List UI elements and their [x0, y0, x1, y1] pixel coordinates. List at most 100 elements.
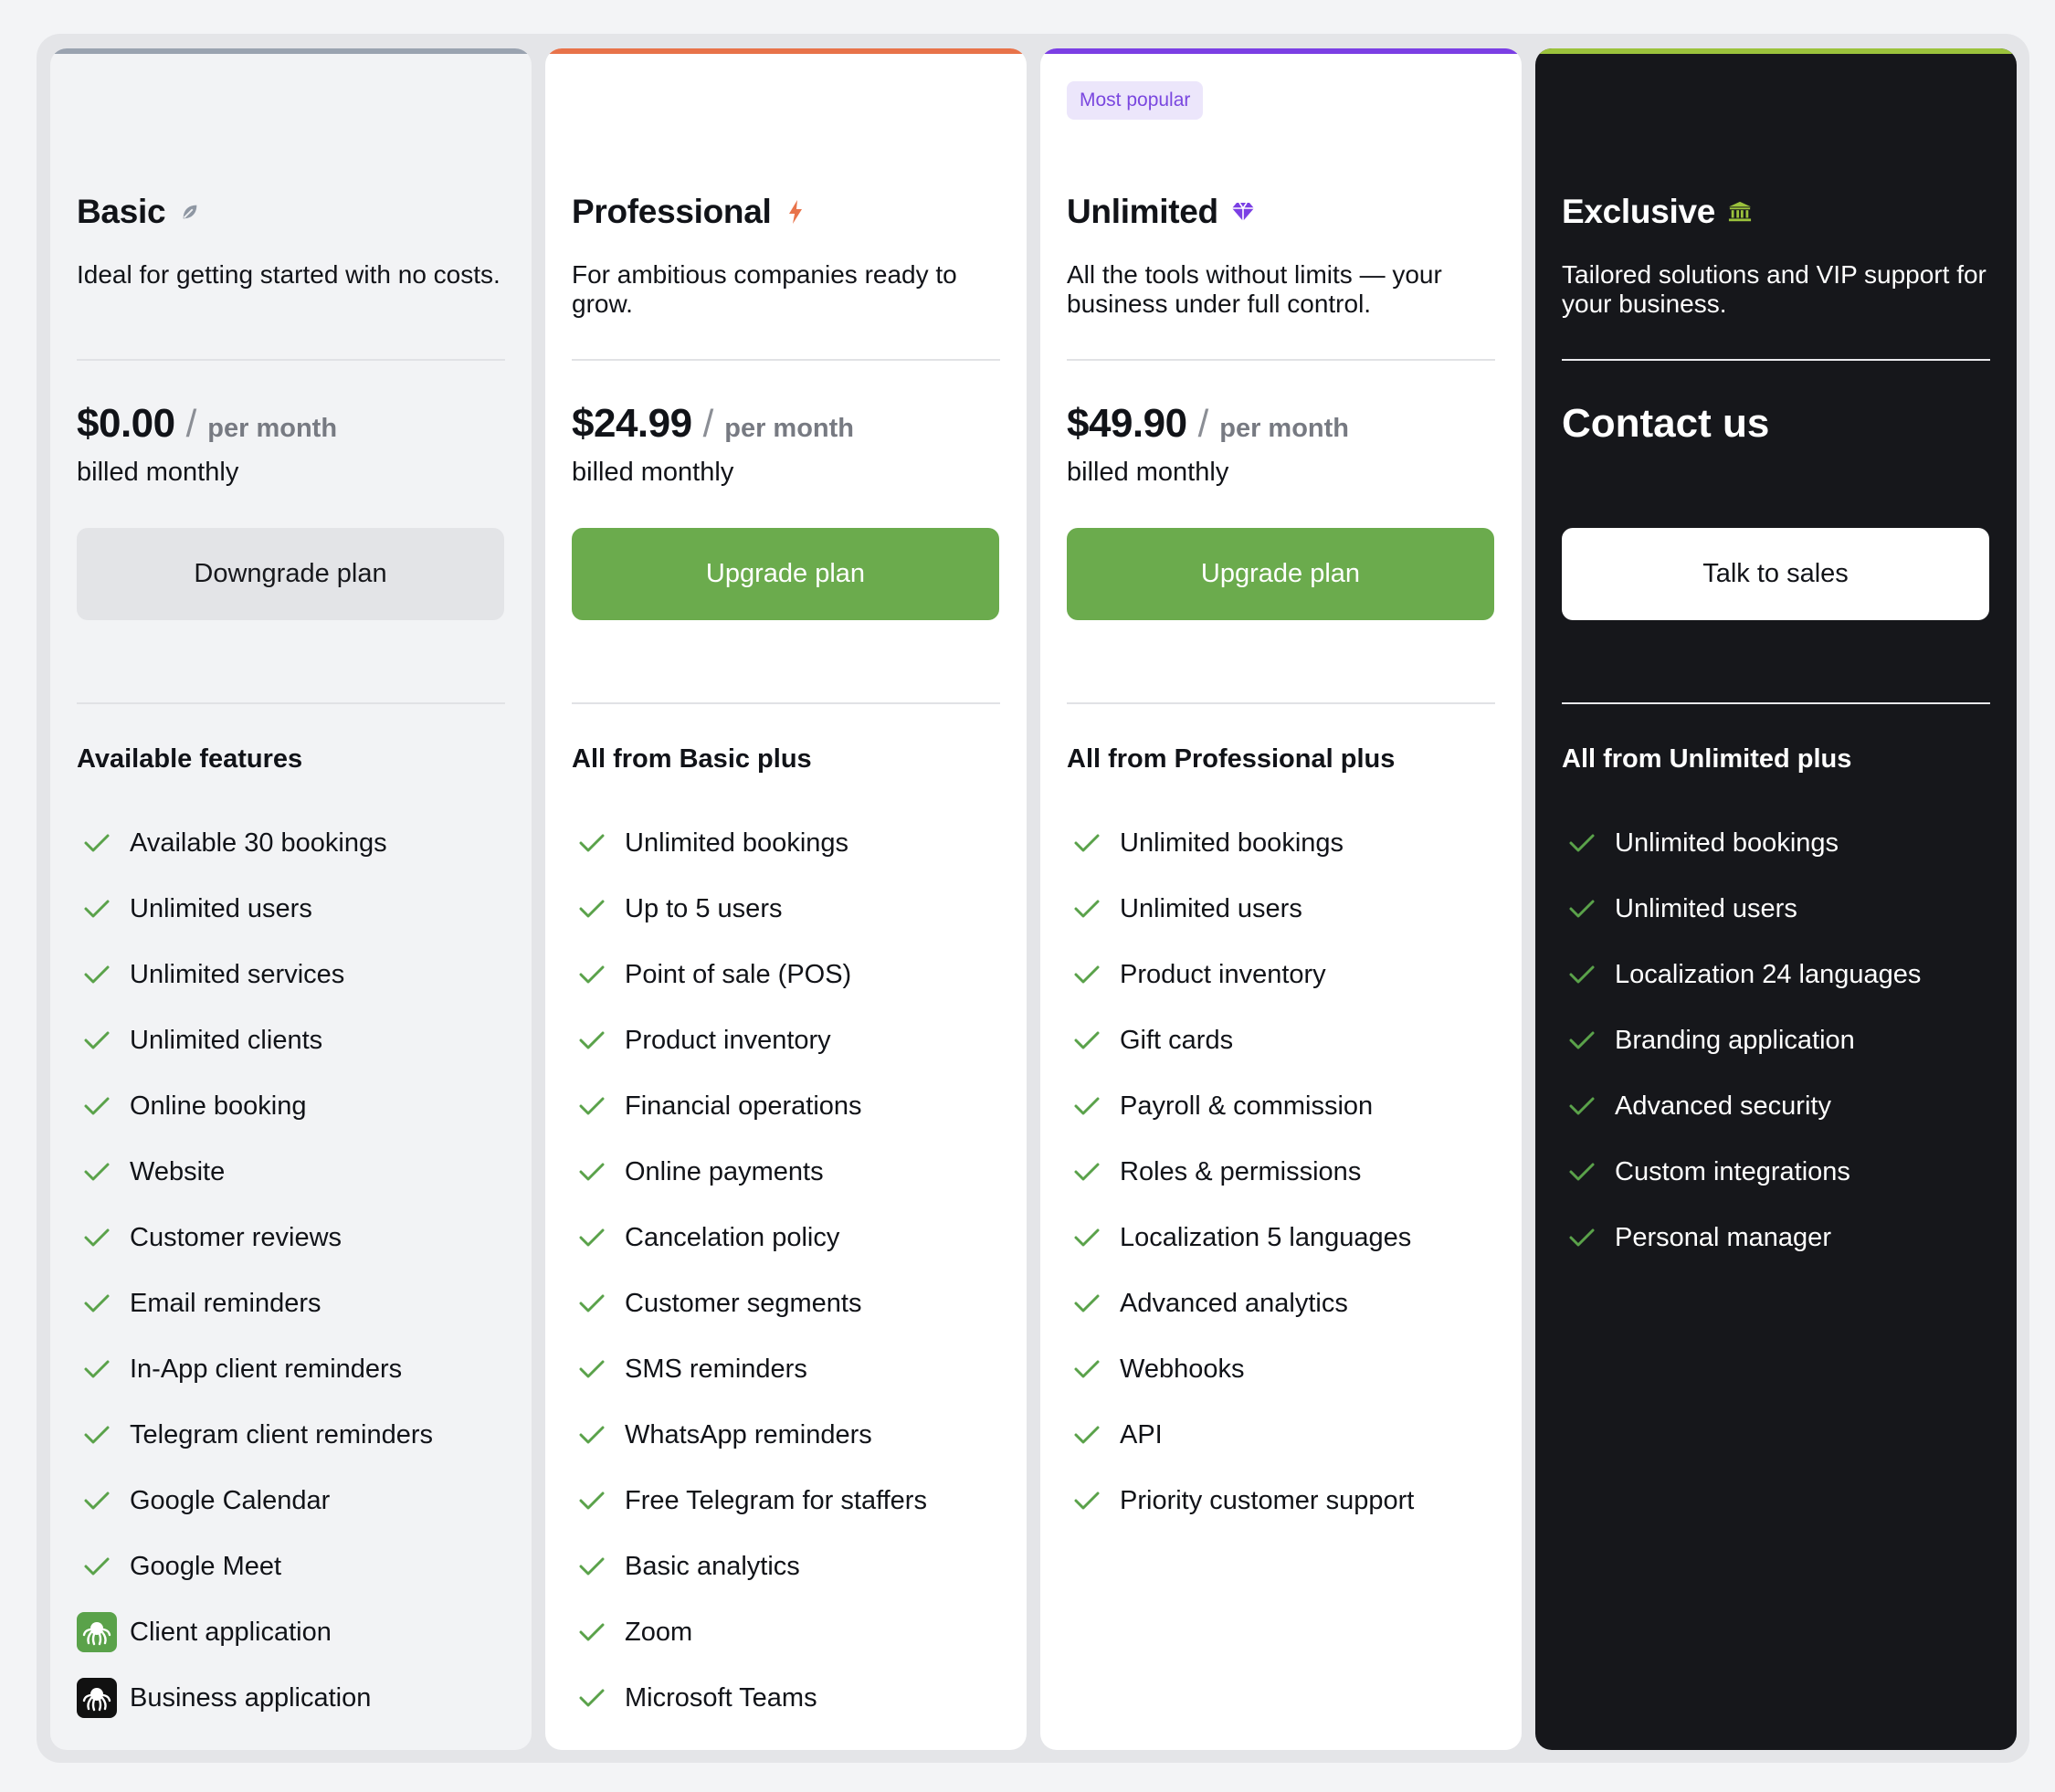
feature-item: Email reminders: [77, 1270, 433, 1336]
divider: [77, 702, 505, 704]
feature-item: Localization 24 languages: [1562, 942, 1921, 1007]
check-icon: [1562, 1218, 1602, 1258]
check-icon: [572, 1152, 612, 1192]
billing-note: billed monthly: [77, 458, 239, 487]
divider: [1562, 359, 1990, 361]
feature-label: 3,000+ external integrations: [625, 1749, 953, 1751]
diamond-icon: [1231, 200, 1255, 224]
check-icon: [1562, 823, 1602, 863]
divider: [572, 359, 1000, 361]
upgrade-plan-button[interactable]: Upgrade plan: [572, 528, 999, 620]
feature-label: Financial operations: [625, 1091, 862, 1121]
features-heading: All from Unlimited plus: [1562, 744, 1852, 774]
plan-name: Unlimited: [1067, 193, 1218, 230]
upgrade-plan-button[interactable]: Upgrade plan: [1067, 528, 1494, 620]
feature-label: Priority customer support: [1120, 1485, 1415, 1515]
feature-item: Available 30 bookings: [77, 810, 433, 876]
features-list: Unlimited bookings Unlimited users Product…: [1067, 810, 1414, 1534]
check-icon: [572, 1020, 612, 1060]
feature-label: Website: [130, 1156, 226, 1186]
feature-item: WhatsApp reminders: [572, 1402, 953, 1468]
price-row: $24.99 / per month: [572, 401, 854, 447]
feature-item: Zoom: [572, 1599, 953, 1665]
feature-label: Unlimited bookings: [1615, 827, 1839, 858]
feature-item: Telegram client reminders: [77, 1402, 433, 1468]
check-icon: [1067, 823, 1107, 863]
feature-label: Email reminders: [130, 1288, 321, 1318]
feature-label: Unlimited services: [130, 959, 345, 989]
feature-label: Localization 5 languages: [1120, 1222, 1412, 1252]
check-icon: [77, 889, 117, 929]
check-icon: [572, 889, 612, 929]
feature-item: Free Telegram for staffers: [572, 1468, 953, 1534]
lightning-icon: [784, 200, 807, 224]
check-icon: [77, 823, 117, 863]
feature-label: Customer segments: [625, 1288, 862, 1318]
feature-label: Unlimited users: [1615, 893, 1797, 923]
feature-item: Product inventory: [572, 1007, 953, 1073]
feature-label: SMS reminders: [625, 1354, 807, 1384]
feature-item: Point of sale (POS): [572, 942, 953, 1007]
price: $0.00: [77, 401, 175, 446]
feature-label: Product inventory: [1120, 959, 1326, 989]
divider: [1067, 359, 1495, 361]
feature-label: Zoom: [625, 1617, 693, 1647]
feature-item: Unlimited bookings: [1067, 810, 1414, 876]
price-period: per month: [1219, 414, 1350, 443]
feature-item: Unlimited bookings: [572, 810, 953, 876]
plan-title-row: Professional: [572, 193, 807, 231]
downgrade-plan-button[interactable]: Downgrade plan: [77, 528, 504, 620]
features-heading: Available features: [77, 744, 303, 774]
plan-title-row: Unlimited: [1067, 193, 1255, 231]
feature-label: Microsoft Teams: [625, 1682, 817, 1713]
check-icon: [77, 1415, 117, 1455]
feature-item: Customer reviews: [77, 1205, 433, 1270]
check-icon: [77, 1020, 117, 1060]
check-icon: [572, 1744, 612, 1750]
feature-label: WhatsApp reminders: [625, 1419, 872, 1449]
feature-item: Personal manager: [1562, 1205, 1921, 1270]
check-icon: [77, 1283, 117, 1323]
feature-item: Google Calendar: [77, 1468, 433, 1534]
feature-label: Webhooks: [1120, 1354, 1245, 1384]
check-icon: [572, 1349, 612, 1389]
plan-description: For ambitious companies ready to grow.: [572, 260, 957, 318]
check-icon: [572, 1678, 612, 1718]
feature-label: Available 30 bookings: [130, 827, 387, 858]
divider: [1067, 702, 1495, 704]
divider: [572, 702, 1000, 704]
plan-title-row: Basic: [77, 193, 202, 231]
plan-title-row: Exclusive: [1562, 193, 1752, 231]
check-icon: [77, 1218, 117, 1258]
feature-label: Customer reviews: [130, 1222, 342, 1252]
billing-note: billed monthly: [1067, 458, 1229, 487]
feature-label: Business application: [130, 1682, 372, 1713]
check-icon: [572, 1086, 612, 1126]
feature-label: Advanced analytics: [1120, 1288, 1348, 1318]
feature-label: Point of sale (POS): [625, 959, 852, 989]
feature-label: Gift cards: [1120, 1025, 1234, 1055]
check-icon: [77, 1481, 117, 1521]
feature-label: Unlimited users: [130, 893, 312, 923]
talk-to-sales-button[interactable]: Talk to sales: [1562, 528, 1989, 620]
leaf-icon: [178, 200, 202, 224]
feature-label: Advanced security: [1615, 1091, 1831, 1121]
billing-note: billed monthly: [572, 458, 734, 487]
feature-item: Business application: [77, 1665, 433, 1731]
price-slash: /: [1197, 402, 1209, 445]
check-icon: [1067, 1086, 1107, 1126]
check-icon: [1067, 1283, 1107, 1323]
check-icon: [1067, 1349, 1107, 1389]
feature-item: Up to 5 users: [572, 876, 953, 942]
features-heading: All from Professional plus: [1067, 744, 1396, 774]
feature-label: Unlimited bookings: [1120, 827, 1344, 858]
feature-label: Free Telegram for staffers: [625, 1485, 927, 1515]
feature-item: Microsoft Teams: [572, 1665, 953, 1731]
plan-card-basic: Basic Ideal for getting started with no …: [50, 48, 532, 1750]
price-period: per month: [207, 414, 338, 443]
feature-item: Online booking: [77, 1073, 433, 1139]
contact-us-heading: Contact us: [1562, 401, 1770, 446]
feature-item: Advanced security: [1562, 1073, 1921, 1139]
check-icon: [77, 1546, 117, 1586]
price-slash: /: [702, 402, 714, 445]
